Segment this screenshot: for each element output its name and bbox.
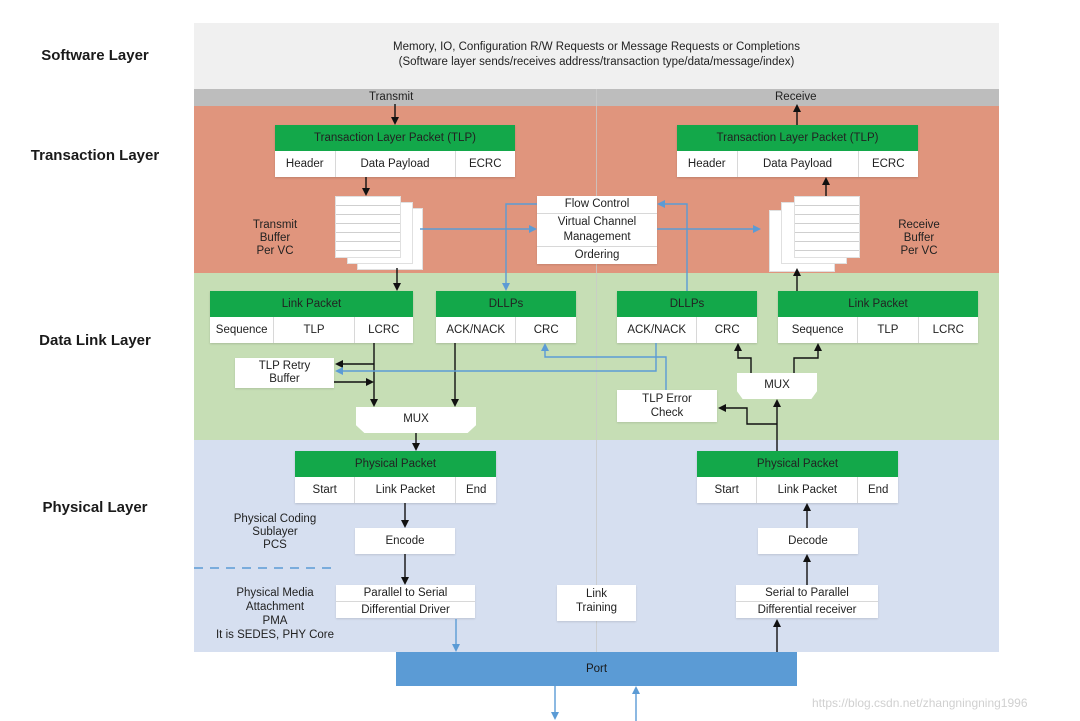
blue-control-to-tx-dllp <box>502 203 537 291</box>
arrow-rx-mux-to-crc <box>734 343 752 373</box>
blue-rx-dllp-to-control <box>657 200 688 291</box>
arrow-rx-mux-to-sequence <box>793 343 822 373</box>
arrow-to-error-check <box>718 404 777 425</box>
connector-overlay <box>194 104 830 721</box>
blue-error-to-crc <box>541 343 667 390</box>
